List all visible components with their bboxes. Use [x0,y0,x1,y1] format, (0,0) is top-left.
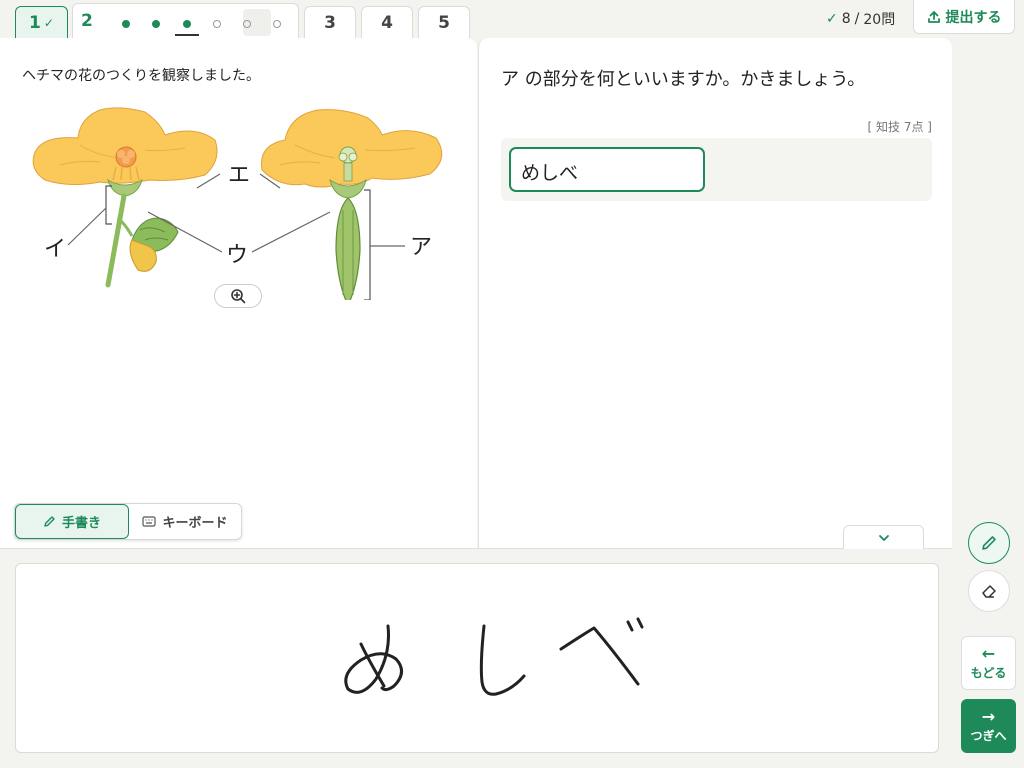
tab-question-5[interactable]: 5 [418,6,470,38]
question-material-panel: ヘチマの花のつくりを観察しました。 エ イ ウ ア 手書き キーボード [0,38,477,548]
label-e: エ [228,163,250,188]
answer-area: めしべ [501,138,932,201]
zoom-in-icon [231,289,246,304]
progress-indicator: ✓ 8 / 20問 [826,9,895,29]
upload-icon [927,10,940,23]
arrow-right-icon: → [981,706,996,726]
keyboard-mode-label: キーボード [162,516,228,531]
label-u: ウ [226,243,248,268]
answer-panel: ア の部分を何といいますか。かきましょう。 [ 知技 7点 ] めしべ [478,38,952,548]
subquestion-dot-3[interactable] [183,20,191,28]
subquestion-dot-5[interactable] [243,20,251,28]
handwriting-canvas[interactable] [15,563,939,753]
input-mode-switch: 手書き キーボード [14,503,242,540]
question-text: ア の部分を何といいますか。かきましょう。 [501,69,866,90]
instruction-text: ヘチマの花のつくりを観察しました。 [22,68,260,84]
tab-label: 5 [438,12,450,33]
keyboard-mode-button[interactable]: キーボード [129,504,241,539]
tab-question-1[interactable]: 1 ✓ [15,6,68,38]
tab-label: 3 [324,12,336,33]
next-button[interactable]: → つぎへ [961,699,1016,753]
loofah-flower-diagram: エ イ ウ ア [32,107,443,300]
subquestion-dot-1[interactable] [122,20,130,28]
handwriting-mode-label: 手書き [61,516,101,531]
tab-label: 1 [29,12,41,33]
eraser-tool-button[interactable] [968,570,1010,612]
next-label: つぎへ [970,728,1007,743]
right-flower [260,109,443,300]
pen-icon [44,516,55,527]
label-a: ア [410,235,432,260]
submit-button[interactable]: 提出する [913,0,1015,34]
progress-separator: / [854,11,860,27]
progress-answered: 8 [841,11,851,27]
subquestion-dot-4[interactable] [213,20,221,28]
chevron-down-icon [878,534,889,541]
pen-tool-button[interactable] [968,522,1010,564]
answer-field[interactable]: めしべ [509,147,705,192]
keyboard-icon [142,516,157,527]
eraser-icon [982,585,996,598]
handwritten-strokes [344,617,644,696]
collapse-handwriting-button[interactable] [843,525,924,549]
zoom-button[interactable] [214,284,262,308]
pen-icon [982,536,996,550]
tab-label: 2 [81,11,93,31]
arrow-left-icon: ← [981,643,996,663]
back-label: もどる [970,665,1007,680]
score-label: [ 知技 7点 ] [867,120,932,134]
label-i: イ [44,237,66,262]
tab-question-3[interactable]: 3 [304,6,356,38]
submit-label: 提出する [945,9,1002,26]
subquestion-dot-2[interactable] [152,20,160,28]
tab-label: 4 [381,12,393,33]
check-icon: ✓ [43,15,54,30]
check-icon: ✓ [826,11,838,27]
progress-total: 20問 [863,12,896,28]
handwriting-mode-button[interactable]: 手書き [15,504,129,539]
back-button[interactable]: ← もどる [961,636,1016,690]
tab-question-4[interactable]: 4 [361,6,413,38]
current-subquestion-underline [175,34,199,36]
tab-question-2[interactable]: 2 [72,3,299,38]
subquestion-dot-6[interactable] [273,20,281,28]
